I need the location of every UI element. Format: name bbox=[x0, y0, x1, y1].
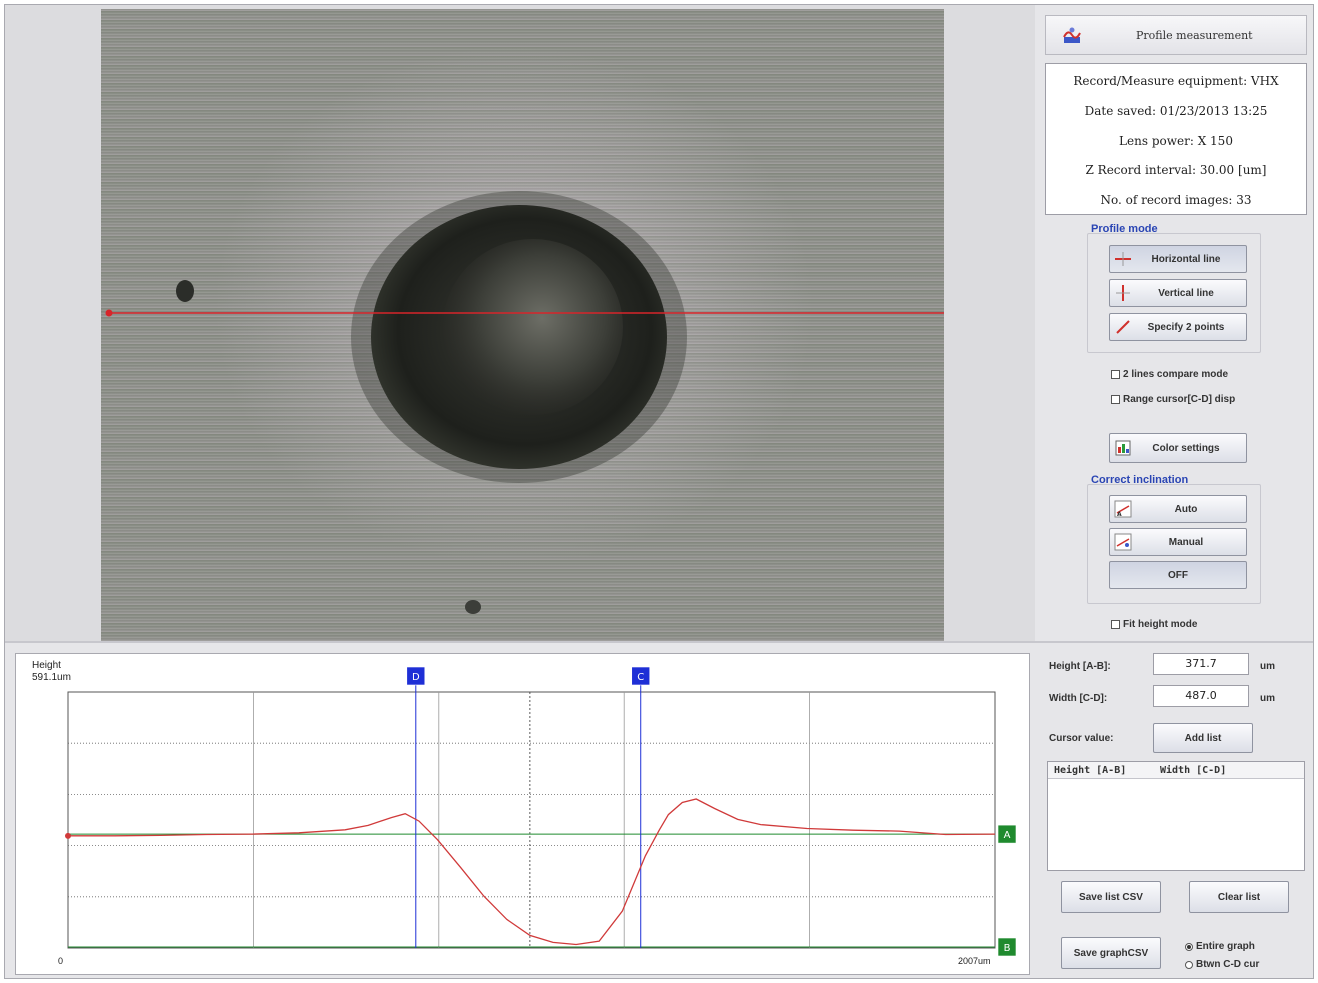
horizontal-line-button[interactable]: Horizontal line bbox=[1109, 245, 1247, 273]
radio-between-cd[interactable]: Btwn C-D cur bbox=[1185, 959, 1259, 970]
horizontal-line-label: Horizontal line bbox=[1151, 253, 1221, 265]
fit-height-mode-label: Fit height mode bbox=[1123, 619, 1198, 630]
radio-dot-selected[interactable] bbox=[1185, 942, 1193, 951]
two-lines-compare-checkbox[interactable]: 2 lines compare mode bbox=[1111, 369, 1228, 380]
panel-title-bar: Profile measurement bbox=[1045, 15, 1307, 55]
off-label: OFF bbox=[1168, 569, 1188, 581]
plot-frame bbox=[67, 691, 996, 949]
radio-entire-graph-label: Entire graph bbox=[1196, 941, 1255, 952]
panel-title: Profile measurement bbox=[1136, 29, 1253, 42]
auto-inclination-button[interactable]: A Auto bbox=[1109, 495, 1247, 523]
image-area bbox=[5, 5, 1035, 641]
cursor-b-tag-label: B bbox=[1004, 943, 1011, 954]
list-header-height[interactable]: Height [A-B] bbox=[1048, 765, 1154, 776]
profile-graph-svg: D C A B bbox=[65, 666, 1017, 957]
manual-inclination-button[interactable]: Manual bbox=[1109, 528, 1247, 556]
clear-list-button[interactable]: Clear list bbox=[1189, 881, 1289, 913]
auto-label: Auto bbox=[1174, 503, 1198, 515]
horizontal-line-icon bbox=[1115, 252, 1131, 266]
vertical-line-button[interactable]: Vertical line bbox=[1109, 279, 1247, 307]
cursor-value-label: Cursor value: bbox=[1049, 733, 1114, 744]
specify-2-points-label: Specify 2 points bbox=[1147, 321, 1225, 333]
height-unit: um bbox=[1260, 661, 1275, 672]
horizontal-divider bbox=[5, 641, 1313, 643]
manual-inclination-icon bbox=[1114, 533, 1132, 551]
width-cd-value: 487.0 bbox=[1153, 685, 1249, 707]
profile-start-point[interactable] bbox=[65, 832, 71, 839]
cursor-d-tag-label: D bbox=[412, 672, 420, 683]
save-graph-csv-button[interactable]: Save graphCSV bbox=[1061, 937, 1161, 969]
profile-line-handle[interactable] bbox=[105, 309, 113, 317]
color-settings-label: Color settings bbox=[1152, 442, 1220, 454]
info-image-count: No. of record images: 33 bbox=[1100, 193, 1252, 207]
height-ab-label: Height [A-B]: bbox=[1049, 661, 1111, 672]
range-cursor-label: Range cursor[C-D] disp bbox=[1123, 394, 1236, 405]
off-inclination-button[interactable]: OFF bbox=[1109, 561, 1247, 589]
checkbox-box[interactable] bbox=[1111, 370, 1120, 379]
svg-text:A: A bbox=[1117, 511, 1122, 518]
side-panel: Profile measurement Record/Measure equip… bbox=[1035, 5, 1313, 641]
width-unit: um bbox=[1260, 693, 1275, 704]
range-cursor-checkbox[interactable]: Range cursor[C-D] disp bbox=[1111, 394, 1235, 405]
fit-height-mode-checkbox[interactable]: Fit height mode bbox=[1111, 619, 1197, 630]
diagonal-line-icon bbox=[1116, 320, 1130, 334]
color-palette-icon bbox=[1115, 440, 1131, 456]
save-list-csv-button[interactable]: Save list CSV bbox=[1061, 881, 1161, 913]
info-equipment: Record/Measure equipment: VHX bbox=[1073, 74, 1279, 88]
profile-graph[interactable]: Height 591.1um 0 2007um DCAB bbox=[15, 653, 1030, 975]
vertical-line-label: Vertical line bbox=[1158, 287, 1214, 299]
info-z-interval: Z Record interval: 30.00 [um] bbox=[1085, 163, 1267, 177]
profile-measurement-icon bbox=[1063, 27, 1081, 43]
cursor-c-tag-label: C bbox=[637, 672, 644, 683]
app-window: Profile measurement Record/Measure equip… bbox=[4, 4, 1314, 979]
checkbox-box[interactable] bbox=[1111, 620, 1120, 629]
color-settings-button[interactable]: Color settings bbox=[1109, 433, 1247, 463]
width-cd-label: Width [C-D]: bbox=[1049, 693, 1108, 704]
specify-2-points-button[interactable]: Specify 2 points bbox=[1109, 313, 1247, 341]
radio-dot[interactable] bbox=[1185, 960, 1193, 969]
radio-entire-graph[interactable]: Entire graph bbox=[1185, 941, 1255, 952]
manual-label: Manual bbox=[1168, 536, 1204, 548]
microscope-image[interactable] bbox=[101, 9, 944, 641]
vertical-line-icon bbox=[1116, 285, 1130, 301]
auto-inclination-icon: A bbox=[1114, 500, 1132, 518]
two-lines-compare-label: 2 lines compare mode bbox=[1123, 369, 1229, 380]
radio-between-cd-label: Btwn C-D cur bbox=[1196, 959, 1260, 970]
specimen-overlay bbox=[105, 191, 944, 614]
cursor-a-tag-label: A bbox=[1004, 830, 1011, 841]
info-lens-power: Lens power: X 150 bbox=[1119, 134, 1233, 148]
height-ab-value: 371.7 bbox=[1153, 653, 1249, 675]
list-header: Height [A-B] Width [C-D] bbox=[1048, 762, 1304, 779]
list-header-width[interactable]: Width [C-D] bbox=[1154, 765, 1260, 776]
checkbox-box[interactable] bbox=[1111, 395, 1120, 404]
record-info-box: Record/Measure equipment: VHX Date saved… bbox=[1045, 63, 1307, 215]
add-list-button[interactable]: Add list bbox=[1153, 723, 1253, 753]
surface-particle bbox=[176, 280, 194, 302]
measurement-list[interactable]: Height [A-B] Width [C-D] bbox=[1047, 761, 1305, 871]
info-date-saved: Date saved: 01/23/2013 13:25 bbox=[1084, 104, 1268, 118]
